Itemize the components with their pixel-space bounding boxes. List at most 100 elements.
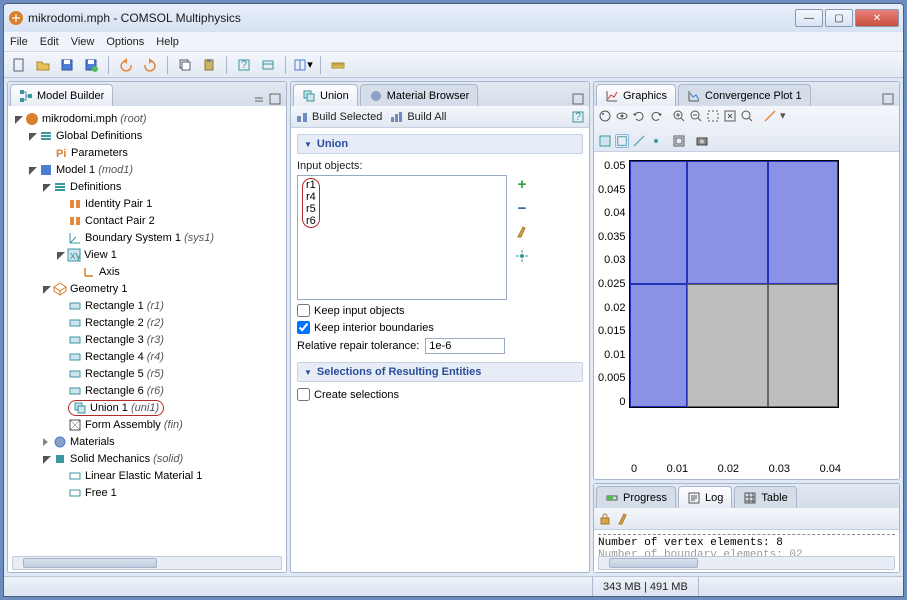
tree-linear-elastic[interactable]: Linear Elastic Material 1 (10, 467, 284, 484)
scene-light-icon[interactable] (598, 109, 612, 123)
zoom-out-icon[interactable] (689, 109, 703, 123)
build-all-button[interactable]: Build All (390, 110, 446, 124)
model-wizard-icon[interactable]: ? (233, 54, 255, 76)
tree-rect3[interactable]: Rectangle 3 (r3) (10, 331, 284, 348)
maximize-button[interactable]: ▢ (825, 9, 853, 27)
tree-boundary-system[interactable]: Boundary System 1 (sys1) (10, 229, 284, 246)
paste-icon[interactable] (198, 54, 220, 76)
zoom-in-icon[interactable] (672, 109, 686, 123)
minimize-panel-icon[interactable] (571, 92, 585, 106)
help-icon[interactable]: ? (571, 110, 585, 124)
menu-help[interactable]: Help (156, 36, 179, 48)
section-selections-header[interactable]: Selections of Resulting Entities (297, 362, 583, 382)
tree-rect2[interactable]: Rectangle 2 (r2) (10, 314, 284, 331)
tab-table[interactable]: Table (734, 486, 796, 508)
tab-model-builder[interactable]: Model Builder (10, 84, 113, 106)
clear-log-icon[interactable] (616, 512, 630, 526)
save-as-icon[interactable] (80, 54, 102, 76)
tree-union1[interactable]: Union 1 (uni1) (10, 399, 284, 416)
tree-rect1[interactable]: Rectangle 1 (r1) (10, 297, 284, 314)
tree-definitions[interactable]: Definitions (10, 178, 284, 195)
list-item[interactable]: r6 (306, 215, 316, 227)
redo-icon[interactable] (139, 54, 161, 76)
undo-icon[interactable] (115, 54, 137, 76)
tab-union[interactable]: Union (293, 84, 358, 106)
input-objects-listbox[interactable]: r1 r4 r5 r6 (297, 175, 507, 300)
tab-log[interactable]: Log (678, 486, 732, 508)
menu-options[interactable]: Options (106, 36, 144, 48)
transparency-icon[interactable] (615, 109, 629, 123)
close-button[interactable]: ✕ (855, 9, 899, 27)
tab-convergence[interactable]: Convergence Plot 1 (678, 84, 811, 106)
menu-file[interactable]: File (10, 36, 28, 48)
clear-icon[interactable] (513, 223, 531, 241)
zoom-selection-icon[interactable] (513, 247, 531, 265)
goto-xy-icon[interactable] (763, 109, 777, 123)
tree-scrollbar[interactable] (12, 556, 282, 570)
reset-view-icon[interactable] (672, 134, 686, 148)
list-item[interactable]: r1 (306, 179, 316, 191)
lock-icon[interactable] (598, 512, 612, 526)
graphics-canvas[interactable]: 0.050.0450.040.0350.030.0250.020.0150.01… (594, 152, 899, 479)
rotate-ccw-icon[interactable] (649, 109, 663, 123)
create-selections-checkbox[interactable]: Create selections (297, 388, 583, 401)
tree-identity-pair[interactable]: Identity Pair 1 (10, 195, 284, 212)
keep-input-checkbox[interactable]: Keep input objects (297, 304, 583, 317)
model-tree[interactable]: mikrodomi.mph (root) Global Definitions … (8, 106, 286, 572)
tree-model1[interactable]: Model 1 (mod1) (10, 161, 284, 178)
tab-progress[interactable]: Progress (596, 486, 676, 508)
open-icon[interactable] (32, 54, 54, 76)
ruler-icon[interactable] (327, 54, 349, 76)
tree-solid-mechanics[interactable]: Solid Mechanics (solid) (10, 450, 284, 467)
select-domain-icon[interactable] (598, 134, 612, 148)
list-item[interactable]: r5 (306, 203, 316, 215)
save-icon[interactable] (56, 54, 78, 76)
plot-area[interactable] (629, 160, 839, 408)
minimize-button[interactable]: — (795, 9, 823, 27)
select-edge-icon[interactable] (632, 134, 646, 148)
model-library-icon[interactable] (257, 54, 279, 76)
tree-free1[interactable]: Free 1 (10, 484, 284, 501)
remove-icon[interactable]: − (513, 199, 531, 217)
plot-icon (605, 89, 619, 103)
rotate-cw-icon[interactable] (632, 109, 646, 123)
tree-axis[interactable]: Axis (10, 263, 284, 280)
rel-tol-input[interactable] (425, 338, 505, 354)
desktop-layout-icon[interactable]: ▾ (292, 54, 314, 76)
parameters-icon: Pi (54, 146, 68, 160)
tree-form-assembly[interactable]: Form Assembly (fin) (10, 416, 284, 433)
copy-icon[interactable] (174, 54, 196, 76)
tree-geometry1[interactable]: Geometry 1 (10, 280, 284, 297)
keep-interior-checkbox[interactable]: Keep interior boundaries (297, 321, 583, 334)
collapse-all-icon[interactable] (252, 92, 266, 106)
list-item[interactable]: r4 (306, 191, 316, 203)
tab-label: Material Browser (387, 90, 470, 102)
tree-parameters[interactable]: PiParameters (10, 144, 284, 161)
new-icon[interactable] (8, 54, 30, 76)
menu-view[interactable]: View (71, 36, 95, 48)
tab-material-browser[interactable]: Material Browser (360, 84, 479, 106)
tree-rect6[interactable]: Rectangle 6 (r6) (10, 382, 284, 399)
minimize-panel-icon[interactable] (881, 92, 895, 106)
select-boundary-icon[interactable] (615, 134, 629, 148)
log-body[interactable]: Number of vertex elements: 8 Number of b… (594, 530, 899, 572)
add-icon[interactable]: + (513, 175, 531, 193)
tree-materials[interactable]: Materials (10, 433, 284, 450)
section-union-header[interactable]: Union (297, 134, 583, 154)
tree-contact-pair[interactable]: Contact Pair 2 (10, 212, 284, 229)
tree-rect4[interactable]: Rectangle 4 (r4) (10, 348, 284, 365)
build-selected-button[interactable]: Build Selected (295, 110, 382, 124)
tree-rect5[interactable]: Rectangle 5 (r5) (10, 365, 284, 382)
log-scrollbar[interactable] (598, 556, 895, 570)
tree-root[interactable]: mikrodomi.mph (root) (10, 110, 284, 127)
tree-view1[interactable]: xyView 1 (10, 246, 284, 263)
zoom-extents-icon[interactable] (723, 109, 737, 123)
zoom-box-icon[interactable] (706, 109, 720, 123)
minimize-panel-icon[interactable] (268, 92, 282, 106)
tab-graphics[interactable]: Graphics (596, 84, 676, 106)
tree-global-defs[interactable]: Global Definitions (10, 127, 284, 144)
snapshot-icon[interactable] (695, 134, 709, 148)
menu-edit[interactable]: Edit (40, 36, 59, 48)
zoom-selected-icon[interactable] (740, 109, 754, 123)
select-point-icon[interactable] (649, 134, 663, 148)
